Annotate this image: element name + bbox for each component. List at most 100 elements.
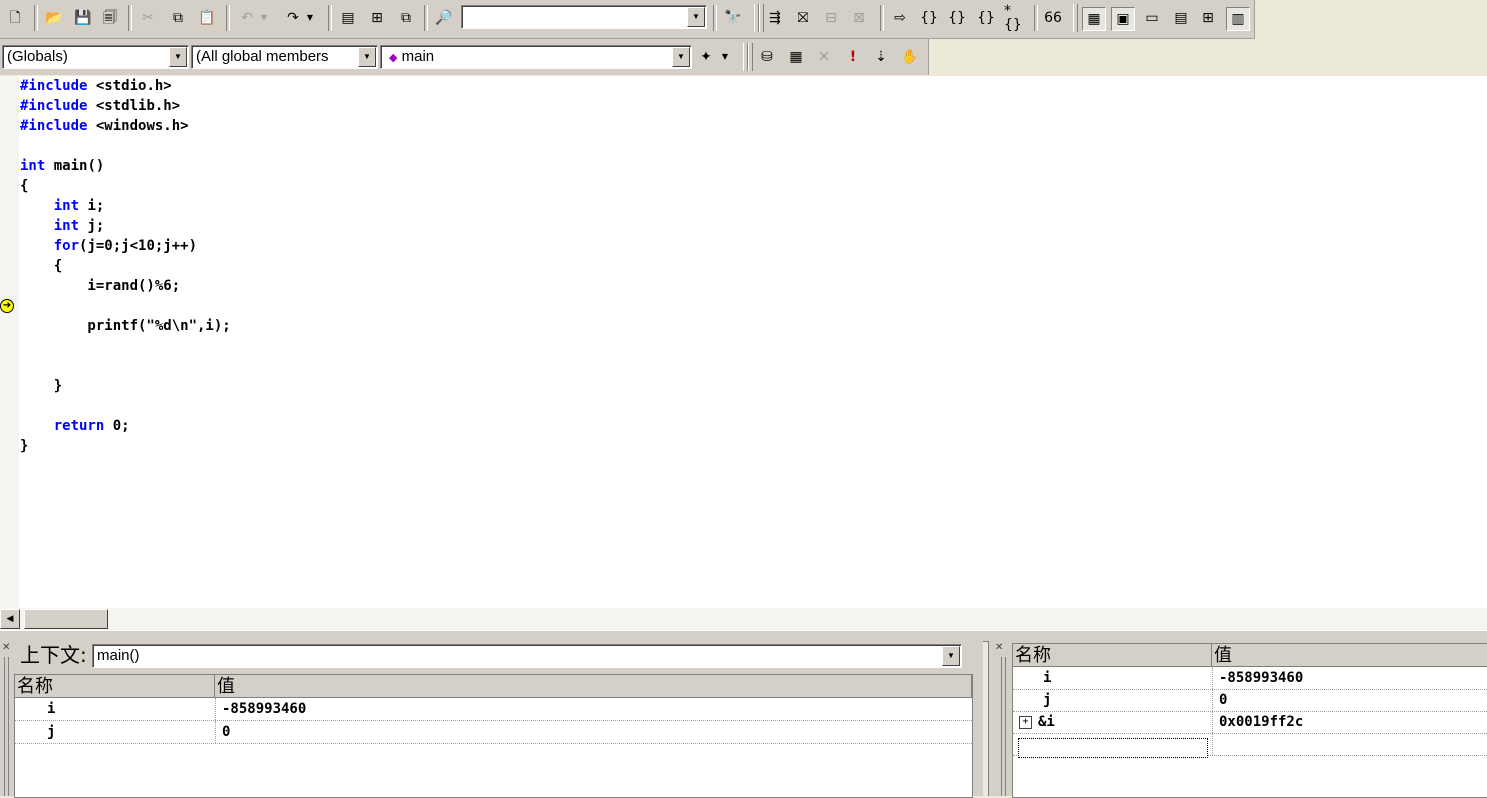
stop-build-icon[interactable]: ⊟ [820,7,842,29]
code-line[interactable]: i=rand()%6; [20,276,180,296]
go-minibar-icon[interactable]: ⇣ [870,46,892,68]
watch-grid: 名称 值 i -858993460 j 0 + &i 0x0019ff2c [1012,643,1487,798]
column-divider [1212,711,1214,733]
wizard-action-dropdown-icon[interactable]: ▼ [718,46,732,68]
watch-row[interactable]: + &i 0x0019ff2c [1013,711,1487,734]
go-icon[interactable]: ⇨ [889,7,911,29]
toolbar-grip[interactable] [748,43,753,71]
close-icon[interactable]: ✕ [995,643,1003,653]
cut-icon[interactable]: ✂ [137,7,159,29]
code-line[interactable]: } [20,436,28,456]
watch-value[interactable]: -858993460 [1219,667,1484,689]
registers-window-icon[interactable]: ▭ [1141,7,1163,29]
value-column-header[interactable]: 值 [215,675,972,697]
toolbar-separator [1034,5,1038,31]
copy-icon[interactable]: ⧉ [167,7,189,29]
watch-row[interactable]: j0 [1013,689,1487,712]
new-watch-input[interactable] [1018,738,1208,758]
code-line[interactable]: } [20,376,62,396]
code-line[interactable]: int i; [20,196,105,216]
output-icon[interactable]: ⊞ [366,7,388,29]
chevron-down-icon[interactable]: ▼ [687,7,705,27]
chevron-down-icon[interactable]: ▼ [358,47,376,67]
variables-pane-grip[interactable]: ✕ [0,641,12,796]
context-combo[interactable]: main() ▼ [92,644,962,668]
build-minibar-compile-icon[interactable]: ⛁ [756,46,778,68]
step-into-icon[interactable]: {} [918,7,940,29]
workspace-icon[interactable]: ▤ [337,7,359,29]
save-icon[interactable]: 💾 [72,7,94,29]
watch-pane-grip[interactable]: ✕ [989,641,1011,796]
find-combo[interactable]: ▼ [461,5,707,29]
source-editor[interactable]: ➔ #include <stdio.h> #include <stdlib.h> #… [0,76,1487,608]
code-line[interactable]: #include <windows.h> [20,116,189,136]
call-stack-window-icon[interactable]: ⊞ [1197,7,1219,29]
code-text: } [20,438,29,454]
code-line[interactable]: #include <stdio.h> [20,76,172,96]
chevron-down-icon[interactable]: ▼ [672,47,690,67]
run-to-cursor-icon[interactable]: *{} [1004,4,1026,32]
disassembly-window-icon[interactable]: ▥ [1226,7,1250,31]
build-minibar-build-icon[interactable]: ▦ [785,46,807,68]
window-list-icon[interactable]: ⧉ [395,7,417,29]
execute-icon[interactable]: ! [842,46,864,68]
compile-icon[interactable]: ⇶ [764,7,786,29]
step-out-icon[interactable]: {} [975,7,997,29]
paste-icon[interactable]: 📋 [196,7,218,29]
watch-value[interactable]: 0x0019ff2c [1219,711,1484,733]
code-line[interactable]: printf("%d\n",i); [20,316,230,336]
value-column-header[interactable]: 值 [1212,644,1487,666]
breakpoint-hand-icon[interactable]: ✋ [899,46,921,68]
code-keyword: int [53,218,80,234]
scroll-left-icon[interactable]: ◀ [0,609,20,629]
scrollbar-thumb[interactable] [24,609,108,629]
save-all-icon[interactable]: 🗐 [99,7,121,29]
watch-value[interactable]: 0 [1219,689,1484,711]
code-line[interactable]: return 0; [20,416,130,436]
build-icon[interactable]: ⛝ [792,7,814,29]
chevron-down-icon[interactable]: ▼ [942,646,960,666]
horizontal-scrollbar[interactable]: ◀ [0,608,1487,630]
redo-icon[interactable]: ↷ [282,7,304,29]
undo-icon[interactable]: ↶ [236,7,258,29]
build-execute-icon[interactable]: ⊠ [848,7,870,29]
code-line[interactable]: int j; [20,216,105,236]
variables-window-icon[interactable]: ▣ [1111,7,1135,31]
chevron-down-icon[interactable]: ▼ [169,47,187,67]
name-column-header[interactable]: 名称 [15,675,215,697]
code-line[interactable]: { [20,256,62,276]
name-column-header[interactable]: 名称 [1013,644,1212,666]
variables-row[interactable]: j0 [15,721,972,744]
toolbar-grip[interactable] [1073,4,1078,32]
open-file-icon[interactable]: 📂 [43,7,65,29]
find-in-files-icon[interactable]: 🔎 [433,7,455,29]
build-minibar-stop-icon[interactable]: ✕ [813,46,835,68]
step-over-icon[interactable]: {} [946,7,968,29]
watch-window-icon[interactable]: ▦ [1082,7,1106,31]
variable-value[interactable]: 0 [222,721,962,743]
toolbar-separator [226,5,230,31]
code-line[interactable]: { [20,176,28,196]
code-line[interactable]: for(j=0;j<10;j++) [20,236,197,256]
code-text: main() [45,158,105,174]
filter-combo[interactable]: (All global members ▼ [191,45,378,69]
redo-dropdown-icon[interactable]: ▼ [304,7,316,29]
new-file-icon[interactable]: 🗋 [4,7,26,29]
close-icon[interactable]: ✕ [2,643,10,653]
memory-window-icon[interactable]: ▤ [1170,7,1192,29]
member-combo[interactable]: ◆ main ▼ [380,45,692,69]
code-line[interactable]: #include <stdlib.h> [20,96,180,116]
wizard-action-icon[interactable]: ✦ [695,46,717,68]
variables-row[interactable]: i -858993460 [15,698,972,721]
watch-row[interactable]: i -858993460 [1013,667,1487,690]
variable-value[interactable]: -858993460 [222,698,962,720]
quickwatch-icon[interactable]: 66 [1042,7,1064,29]
expand-plus-icon[interactable]: + [1019,715,1032,729]
member-function-icon: ◆ [389,52,398,64]
find-icon[interactable]: 🔭 [722,7,744,29]
code-line[interactable]: int main() [20,156,104,176]
editor-gutter[interactable] [0,76,19,608]
class-combo[interactable]: (Globals) ▼ [2,45,189,69]
undo-dropdown-icon[interactable]: ▼ [258,7,270,29]
